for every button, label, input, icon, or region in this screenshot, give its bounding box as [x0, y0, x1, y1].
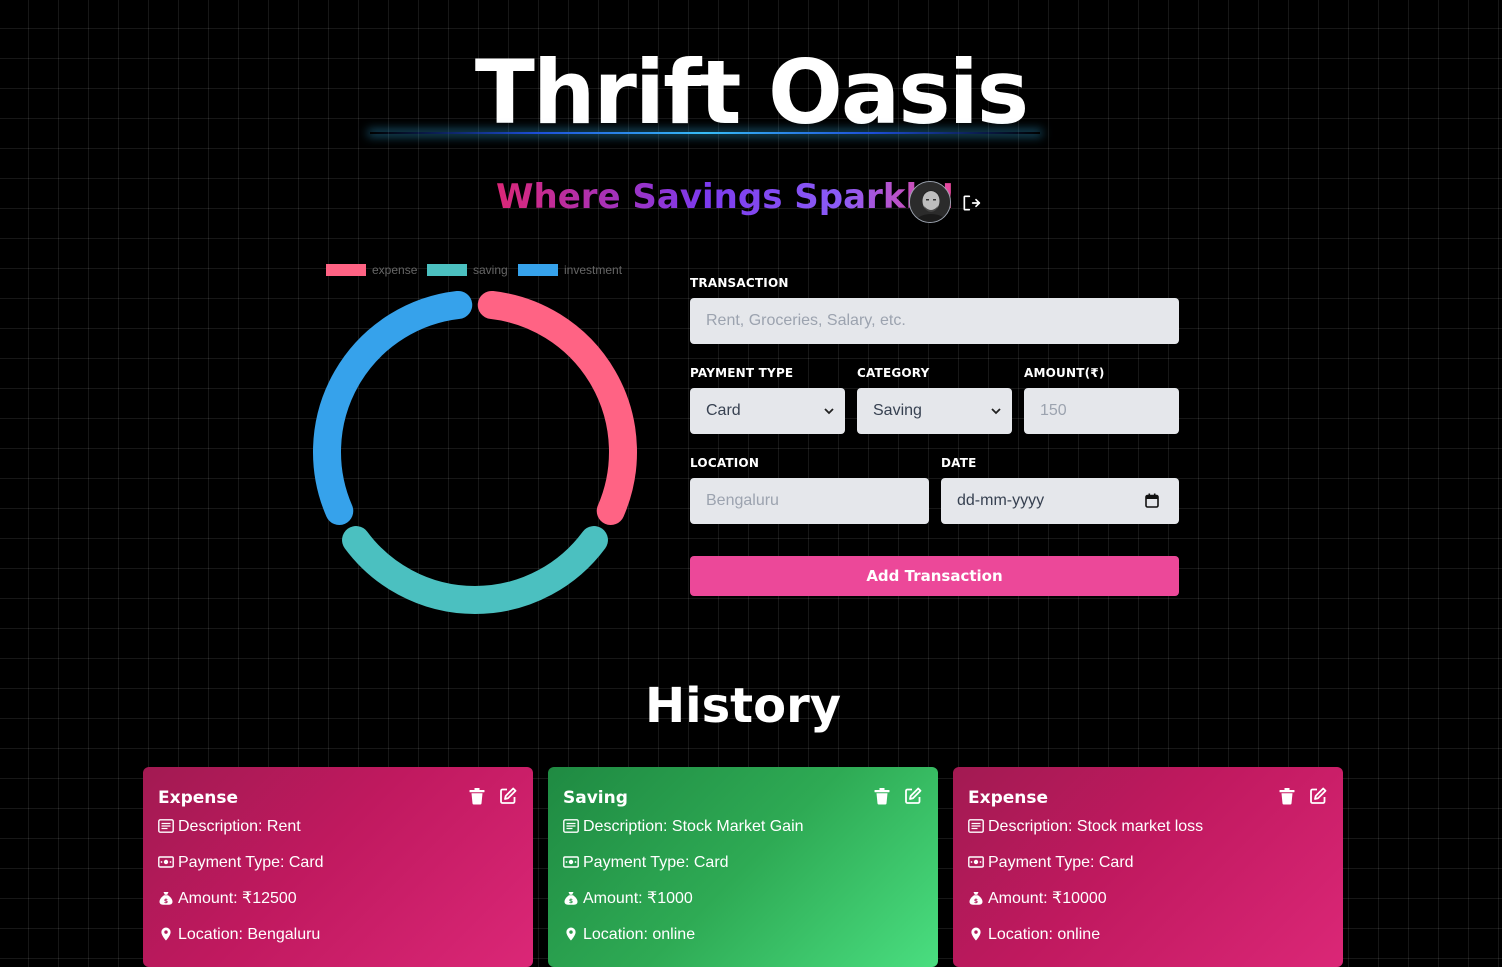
card-amount: Amount: ₹1000 [583, 890, 693, 907]
app-subtitle: Where Savings Sparkle! [496, 174, 956, 220]
category-value: Saving [873, 402, 922, 419]
amount-label: AMOUNT(₹) [1024, 366, 1105, 380]
location-pin-icon [971, 927, 981, 941]
edit-icon[interactable] [499, 787, 517, 805]
money-bag-icon: $ [564, 892, 578, 905]
card-description: Description: Stock Market Gain [583, 818, 804, 835]
transaction-card: Expense Description: Rent Payment Type: … [143, 767, 533, 967]
card-location: Location: online [988, 926, 1101, 943]
legend-swatch-investment [518, 264, 558, 276]
location-input[interactable]: Bengaluru [690, 478, 929, 524]
category-label: CATEGORY [857, 366, 930, 380]
description-icon [158, 819, 174, 833]
card-location-row: Location: Bengaluru [158, 917, 517, 953]
card-description: Description: Rent [178, 818, 301, 835]
card-payment-type: Payment Type: Card [988, 854, 1134, 871]
trash-icon[interactable] [1278, 787, 1296, 805]
transaction-card: Saving Description: Stock Market Gain Pa… [548, 767, 938, 967]
date-placeholder: dd-mm-yyyy [957, 492, 1045, 509]
money-bag-icon: $ [159, 892, 173, 905]
card-payment-row: Payment Type: Card [563, 845, 922, 881]
date-input[interactable]: dd-mm-yyyy [941, 478, 1179, 524]
svg-text:$: $ [569, 898, 573, 905]
card-amount: Amount: ₹12500 [178, 890, 297, 907]
payment-icon [968, 856, 984, 868]
location-label: LOCATION [690, 456, 760, 470]
add-transaction-button[interactable]: Add Transaction [690, 556, 1179, 596]
money-bag-icon: $ [969, 892, 983, 905]
payment-icon [563, 856, 579, 868]
category-select[interactable]: Saving [857, 388, 1012, 434]
date-label: DATE [941, 456, 977, 470]
trash-icon[interactable] [873, 787, 891, 805]
card-category: Expense [158, 788, 239, 808]
avatar-portrait-icon [910, 182, 950, 222]
payment-type-label: PAYMENT TYPE [690, 366, 794, 380]
card-description-row: Description: Stock Market Gain [563, 809, 922, 845]
title-glow-divider [370, 132, 1040, 134]
description-icon [968, 819, 984, 833]
card-amount-row: $ Amount: ₹12500 [158, 881, 517, 917]
legend-swatch-saving [427, 264, 467, 276]
edit-icon[interactable] [1309, 787, 1327, 805]
card-payment-row: Payment Type: Card [158, 845, 517, 881]
chevron-down-icon [824, 408, 834, 415]
card-category: Saving [563, 788, 628, 808]
transaction-card: Expense Description: Stock market loss P… [953, 767, 1343, 967]
donut-segment-saving[interactable] [342, 526, 608, 614]
card-location: Location: Bengaluru [178, 926, 321, 943]
description-icon [563, 819, 579, 833]
card-category: Expense [968, 788, 1049, 808]
payment-icon [158, 856, 174, 868]
legend-swatch-expense [326, 264, 366, 276]
card-payment-row: Payment Type: Card [968, 845, 1327, 881]
category-donut-chart[interactable] [300, 282, 650, 632]
legend-label-expense: expense [372, 263, 418, 277]
history-heading: History [644, 678, 842, 734]
location-pin-icon [161, 927, 171, 941]
payment-type-value: Card [706, 402, 741, 419]
card-amount-row: $ Amount: ₹10000 [968, 881, 1327, 917]
card-payment-type: Payment Type: Card [583, 854, 729, 871]
card-description: Description: Stock market loss [988, 818, 1204, 835]
card-amount-row: $ Amount: ₹1000 [563, 881, 922, 917]
amount-input[interactable]: 150 [1024, 388, 1179, 434]
calendar-icon[interactable] [1145, 493, 1159, 508]
transaction-label: TRANSACTION [690, 276, 789, 290]
legend-label-investment: investment [564, 263, 623, 277]
chevron-down-icon [991, 408, 1001, 415]
svg-text:$: $ [974, 898, 978, 905]
logout-icon[interactable] [961, 193, 981, 213]
donut-segment-expense[interactable] [477, 290, 637, 526]
transaction-input[interactable]: Rent, Groceries, Salary, etc. [690, 298, 1179, 344]
payment-type-select[interactable]: Card [690, 388, 845, 434]
card-location-row: Location: online [563, 917, 922, 953]
card-location-row: Location: online [968, 917, 1327, 953]
location-pin-icon [566, 927, 576, 941]
card-location: Location: online [583, 926, 696, 943]
card-description-row: Description: Rent [158, 809, 517, 845]
card-payment-type: Payment Type: Card [178, 854, 324, 871]
card-amount: Amount: ₹10000 [988, 890, 1107, 907]
trash-icon[interactable] [468, 787, 486, 805]
card-description-row: Description: Stock market loss [968, 809, 1327, 845]
edit-icon[interactable] [904, 787, 922, 805]
user-avatar[interactable] [909, 181, 951, 223]
legend-label-saving: saving [473, 263, 508, 277]
donut-segment-investment[interactable] [313, 290, 473, 526]
svg-text:$: $ [164, 898, 168, 905]
